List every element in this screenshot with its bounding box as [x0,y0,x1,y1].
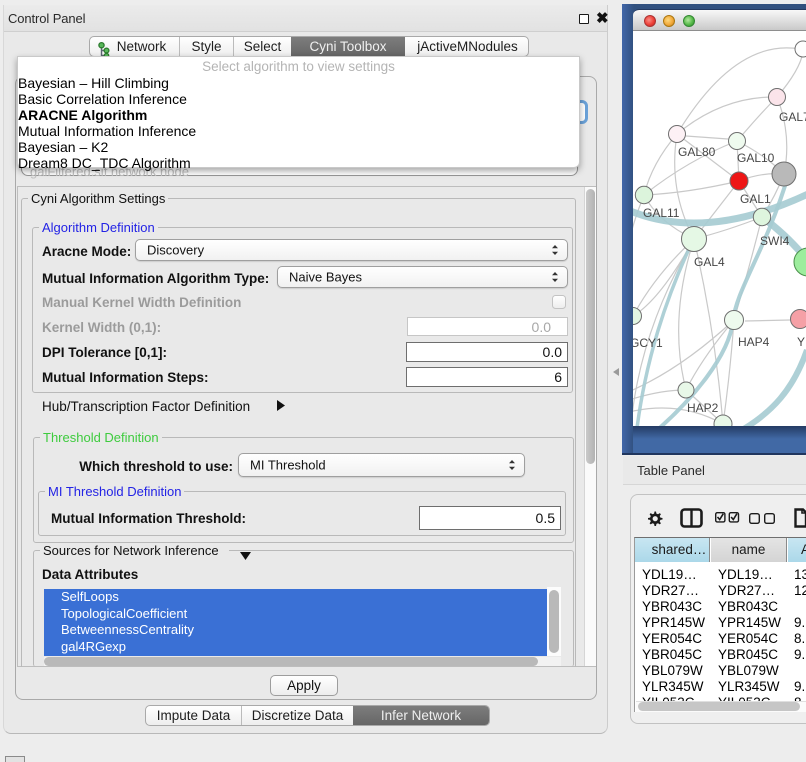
svg-text:GAL1: GAL1 [740,192,771,206]
svg-text:GAL80: GAL80 [678,145,716,159]
svg-text:GAL10: GAL10 [737,151,775,165]
svg-text:HAP4: HAP4 [738,335,770,349]
svg-text:GCY1: GCY1 [633,336,663,350]
svg-text:Y: Y [797,335,805,349]
svg-text:GAL4: GAL4 [694,255,725,269]
svg-text:HAP2: HAP2 [687,401,719,415]
svg-text:GAL11: GAL11 [643,206,680,220]
svg-text:SWI4: SWI4 [760,234,790,248]
svg-text:GAL7: GAL7 [779,110,806,124]
